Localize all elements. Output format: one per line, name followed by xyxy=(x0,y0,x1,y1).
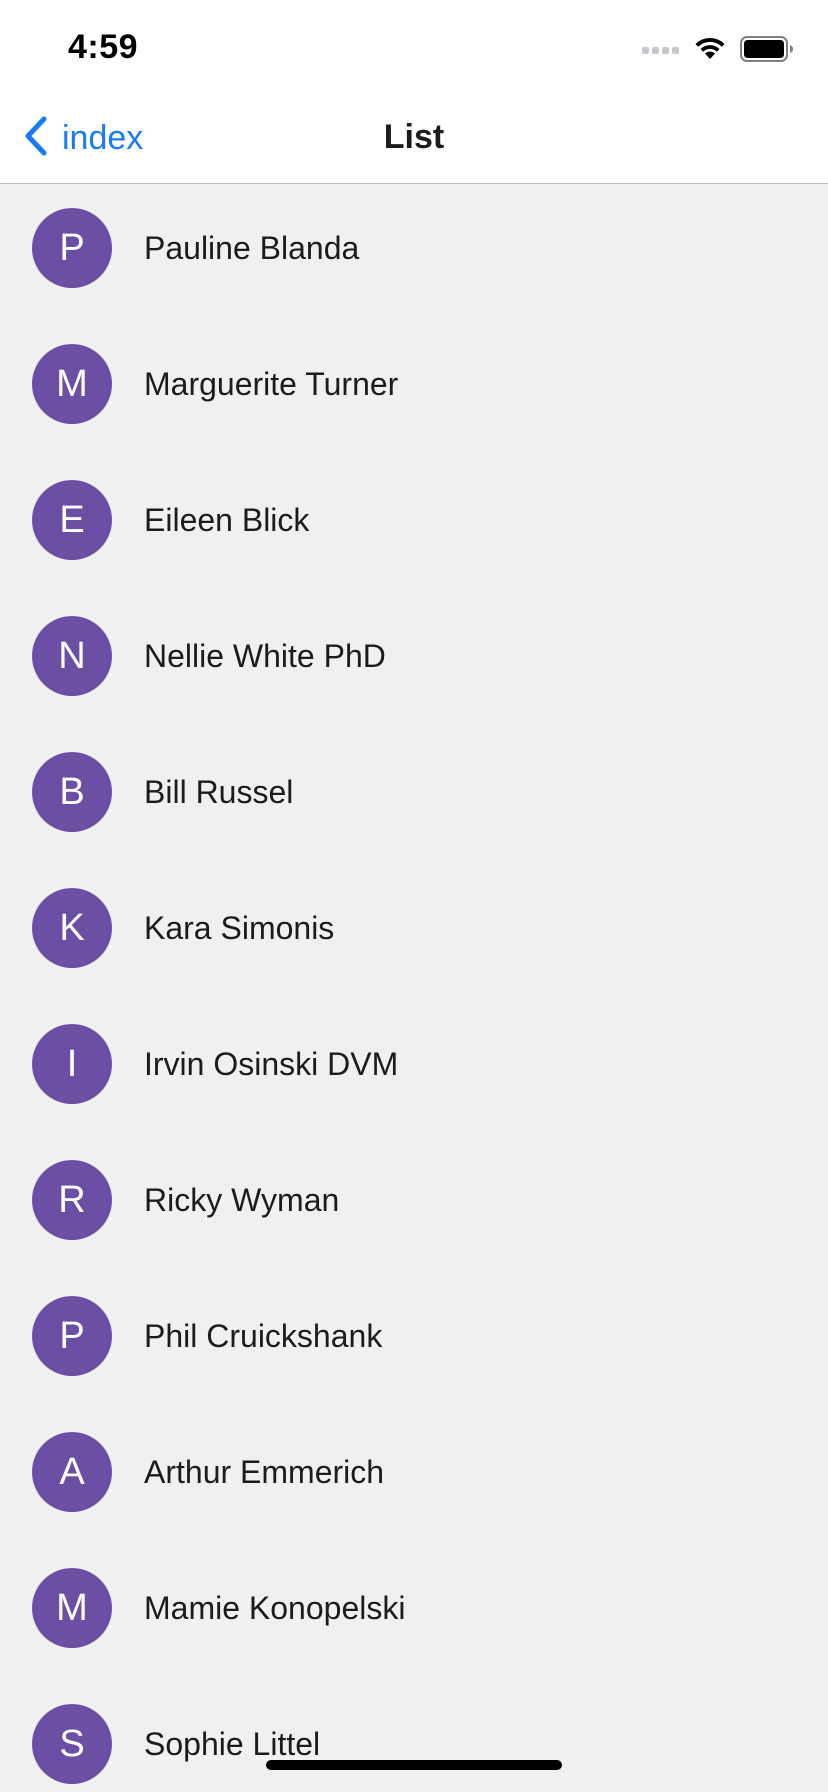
status-time: 4:59 xyxy=(68,28,139,66)
list-item-name: Phil Cruickshank xyxy=(144,1317,383,1354)
list-item-name: Sophie Littel xyxy=(144,1725,321,1762)
list-item-name: Ricky Wyman xyxy=(144,1181,340,1218)
wifi-icon xyxy=(694,37,726,66)
list-item-name: Mamie Konopelski xyxy=(144,1589,406,1626)
list-item-name: Marguerite Turner xyxy=(144,365,399,402)
avatar: A xyxy=(32,1432,112,1512)
list-item[interactable]: N Nellie White PhD xyxy=(0,588,828,724)
avatar: M xyxy=(32,344,112,424)
avatar: P xyxy=(32,208,112,288)
list-item-name: Kara Simonis xyxy=(144,909,335,946)
avatar: I xyxy=(32,1024,112,1104)
list-item-name: Irvin Osinski DVM xyxy=(144,1045,399,1082)
avatar: B xyxy=(32,752,112,832)
avatar: R xyxy=(32,1160,112,1240)
list-item-name: Eileen Blick xyxy=(144,501,310,538)
list-item[interactable]: S Sophie Littel xyxy=(0,1676,828,1792)
avatar: N xyxy=(32,616,112,696)
battery-icon xyxy=(740,36,794,67)
home-indicator[interactable] xyxy=(266,1760,562,1770)
avatar: M xyxy=(32,1568,112,1648)
navigation-bar: index List xyxy=(0,92,828,184)
contact-list: P Pauline Blanda M Marguerite Turner E E… xyxy=(0,184,828,1792)
avatar: P xyxy=(32,1296,112,1376)
cellular-signal-icon xyxy=(642,43,680,61)
avatar: S xyxy=(32,1704,112,1784)
status-bar: 4:59 xyxy=(0,0,828,92)
list-item-name: Bill Russel xyxy=(144,773,294,810)
list-item-name: Nellie White PhD xyxy=(144,637,386,674)
status-icons xyxy=(642,36,794,67)
page-title: List xyxy=(383,118,445,156)
list-item[interactable]: R Ricky Wyman xyxy=(0,1132,828,1268)
list-item[interactable]: P Pauline Blanda xyxy=(0,180,828,316)
list-item-name: Arthur Emmerich xyxy=(144,1453,385,1490)
list-item-name: Pauline Blanda xyxy=(144,229,360,266)
list-item[interactable]: I Irvin Osinski DVM xyxy=(0,996,828,1132)
avatar: E xyxy=(32,480,112,560)
list-item[interactable]: K Kara Simonis xyxy=(0,860,828,996)
list-item[interactable]: P Phil Cruickshank xyxy=(0,1268,828,1404)
avatar: K xyxy=(32,888,112,968)
list-item[interactable]: M Mamie Konopelski xyxy=(0,1540,828,1676)
list-item[interactable]: M Marguerite Turner xyxy=(0,316,828,452)
list-item[interactable]: A Arthur Emmerich xyxy=(0,1404,828,1540)
list-item[interactable]: E Eileen Blick xyxy=(0,452,828,588)
list-item[interactable]: B Bill Russel xyxy=(0,724,828,860)
